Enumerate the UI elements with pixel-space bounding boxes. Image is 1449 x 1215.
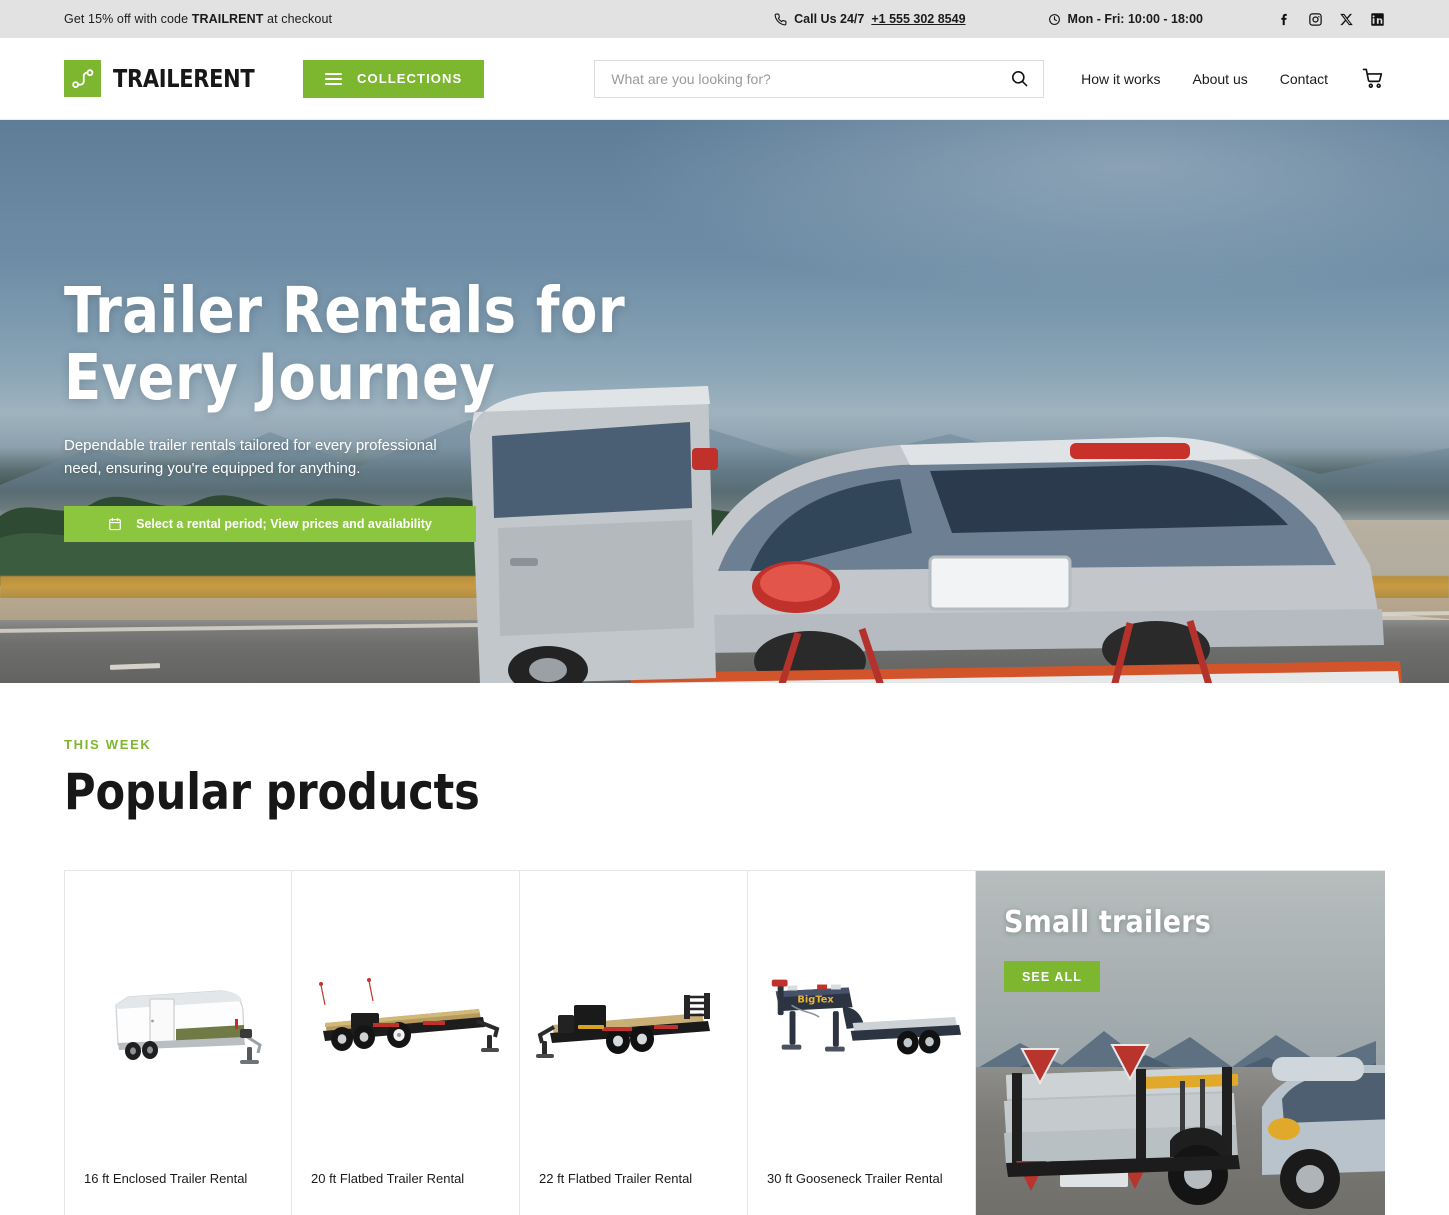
small-trailers-promo-card[interactable]: Small trailers SEE ALL [976, 871, 1385, 1215]
facebook-icon[interactable] [1277, 12, 1292, 27]
flatbed-trailer-image [292, 871, 519, 1171]
promo-suffix: at checkout [263, 12, 333, 26]
x-twitter-icon[interactable] [1339, 12, 1354, 27]
promo-trailer-and-car-image [1004, 1044, 1385, 1209]
promo-title: Small trailers [1004, 905, 1212, 940]
section-eyebrow: THIS WEEK [64, 737, 152, 752]
hero-content: Trailer Rentals for Every Journey Depend… [64, 277, 704, 543]
main-navigation: How it works About us Contact [1081, 67, 1385, 90]
call-us-block: Call Us 24/7 +1 555 302 8549 [774, 12, 966, 26]
hero-title: Trailer Rentals for Every Journey [64, 277, 678, 414]
nav-item-about-us[interactable]: About us [1192, 71, 1247, 87]
promo-code: TRAILRENT [191, 12, 264, 26]
nav-item-contact[interactable]: Contact [1280, 71, 1328, 87]
announcement-bar: Get 15% off with code TRAILRENT at check… [0, 0, 1449, 38]
search-input[interactable] [611, 70, 1011, 87]
see-all-label: SEE ALL [1022, 969, 1083, 984]
linkedin-icon[interactable] [1370, 12, 1385, 27]
social-links [1277, 12, 1385, 27]
search-bar[interactable] [594, 59, 1045, 98]
search-icon [1010, 69, 1029, 88]
topbar-right-group: Call Us 24/7 +1 555 302 8549 Mon - Fri: … [774, 12, 1385, 27]
opening-hours-block: Mon - Fri: 10:00 - 18:00 [1048, 12, 1203, 26]
logo-link[interactable]: TRAILERENT [64, 60, 265, 97]
opening-hours-text: Mon - Fri: 10:00 - 18:00 [1067, 12, 1203, 26]
flatbed-trailer-dark-image [520, 871, 747, 1171]
call-us-label: Call Us 24/7 [794, 12, 865, 26]
promo-text: Get 15% off with code TRAILRENT at check… [64, 12, 332, 26]
hero-banner: Trailer Rentals for Every Journey Depend… [0, 120, 1449, 683]
hamburger-icon [325, 72, 342, 85]
gooseneck-trailer-image: BigTex [748, 871, 975, 1171]
site-header: TRAILERENT COLLECTIONS How it works Abou… [0, 38, 1449, 120]
svg-text:BigTex: BigTex [797, 994, 834, 1005]
product-card[interactable]: BigTex 30 ft Gooseneck Trailer Rental [747, 871, 976, 1215]
brand-name: TRAILERENT [113, 64, 255, 93]
promo-prefix: Get 15% off with code [64, 12, 192, 26]
hero-title-line-1: Trailer Rentals for [64, 274, 626, 347]
product-title: 16 ft Enclosed Trailer Rental [84, 1171, 248, 1186]
product-card[interactable]: 20 ft Flatbed Trailer Rental [291, 871, 520, 1215]
phone-number-link[interactable]: +1 555 302 8549 [871, 12, 965, 26]
select-rental-period-label: Select a rental period; View prices and … [136, 517, 432, 532]
product-card[interactable]: 22 ft Flatbed Trailer Rental [519, 871, 748, 1215]
product-grid: 16 ft Enclosed Trailer Rental 20 ft Flat… [64, 870, 1385, 1215]
phone-icon [774, 13, 787, 26]
page-title: Popular products [64, 763, 480, 821]
popular-products-section: THIS WEEK Popular products 16 ft Enclose… [0, 737, 1449, 1215]
instagram-icon[interactable] [1308, 12, 1323, 27]
nav-item-how-it-works[interactable]: How it works [1081, 71, 1160, 87]
enclosed-trailer-image [65, 871, 291, 1171]
select-rental-period-button[interactable]: Select a rental period; View prices and … [64, 506, 476, 543]
calendar-icon [108, 517, 122, 531]
clock-icon [1048, 13, 1061, 26]
product-title: 22 ft Flatbed Trailer Rental [539, 1171, 693, 1186]
collections-button[interactable]: COLLECTIONS [303, 59, 485, 98]
product-title: 30 ft Gooseneck Trailer Rental [767, 1171, 943, 1186]
search-submit-button[interactable] [1010, 69, 1029, 88]
route-logo-icon [64, 60, 101, 97]
collections-label: COLLECTIONS [357, 71, 463, 86]
see-all-button[interactable]: SEE ALL [1004, 961, 1101, 992]
promo-content: Small trailers SEE ALL [976, 871, 1385, 992]
hero-title-line-2: Every Journey [64, 340, 496, 414]
product-title: 20 ft Flatbed Trailer Rental [311, 1171, 465, 1186]
hero-subtitle: Dependable trailer rentals tailored for … [64, 436, 437, 477]
cart-icon[interactable] [1362, 67, 1385, 90]
product-card[interactable]: 16 ft Enclosed Trailer Rental [64, 871, 292, 1215]
